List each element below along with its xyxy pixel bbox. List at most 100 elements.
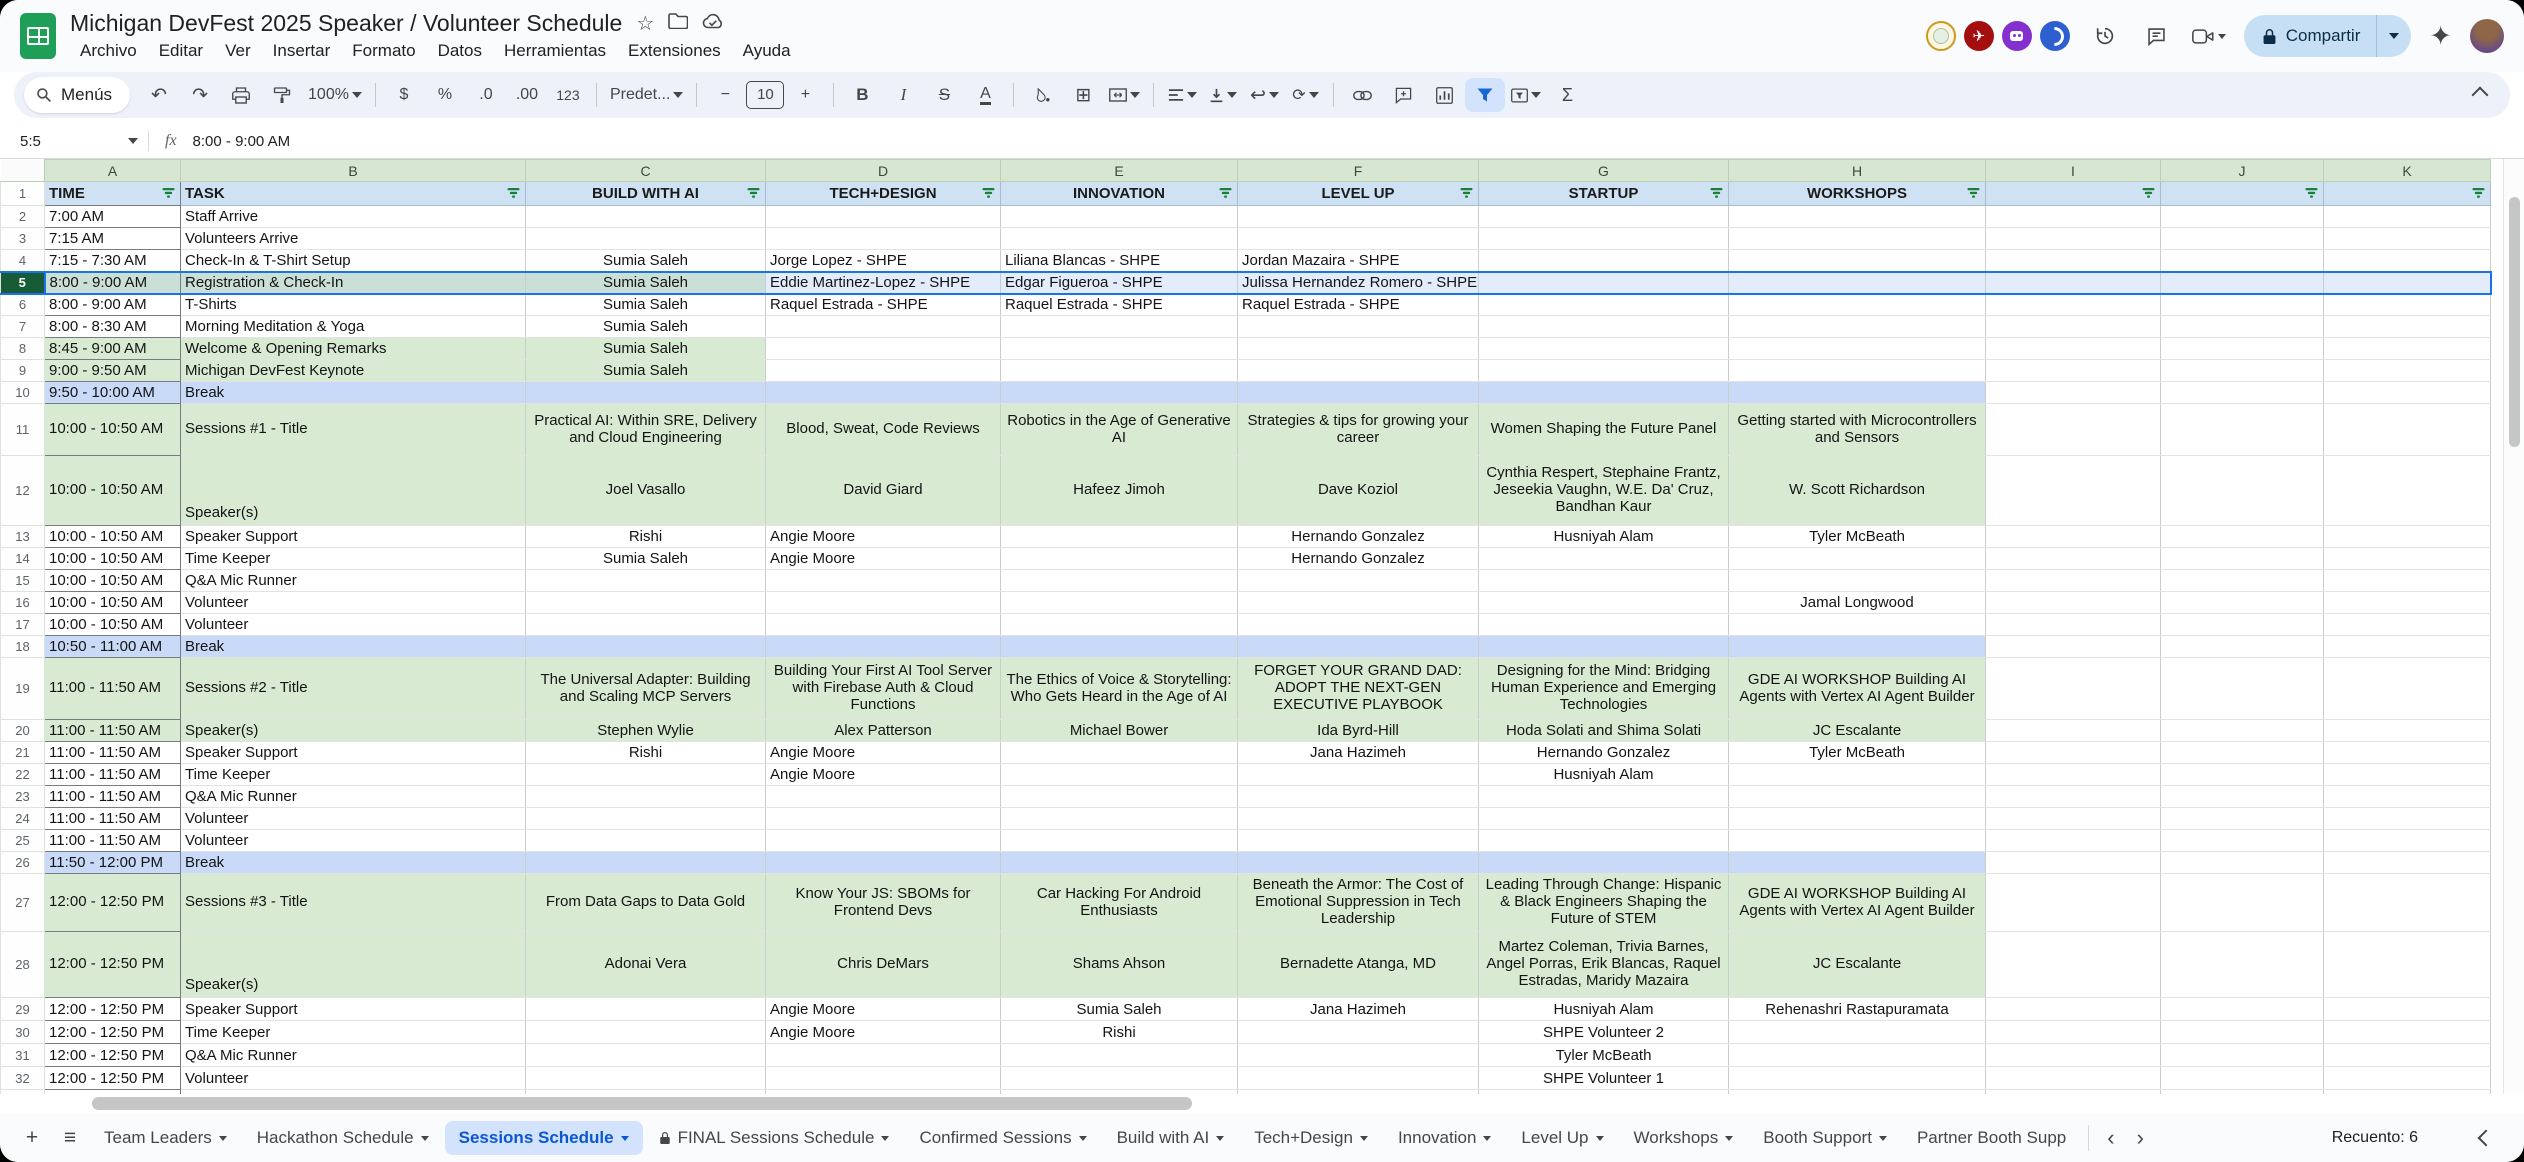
cell-E10[interactable] (1001, 382, 1238, 404)
cell-F15[interactable] (1238, 570, 1479, 592)
sheet-tab-menu-caret[interactable] (1725, 1136, 1733, 1141)
share-options-caret[interactable] (2376, 15, 2411, 57)
cell-J5[interactable] (2161, 272, 2324, 294)
cell-I4[interactable] (1986, 250, 2161, 272)
tabs-scroll-left-button[interactable]: ‹ (2097, 1125, 2124, 1151)
cell-C30[interactable] (526, 1021, 766, 1044)
cell-G21[interactable]: Hernando Gonzalez (1479, 742, 1729, 764)
cell-D14[interactable]: Angie Moore (766, 548, 1001, 570)
cell-K10[interactable] (2324, 382, 2491, 404)
name-box-caret-icon[interactable] (128, 138, 138, 144)
cell-I2[interactable] (1986, 206, 2161, 228)
cell-H16[interactable]: Jamal Longwood (1729, 592, 1986, 614)
row-header-13[interactable]: 13 (1, 526, 45, 548)
cell-A13[interactable]: 10:00 - 10:50 AM (45, 526, 181, 548)
cell-A22[interactable]: 11:00 - 11:50 AM (45, 764, 181, 786)
filter-icon[interactable] (1219, 185, 1232, 202)
cell-G28[interactable]: Martez Coleman, Trivia Barnes, Angel Por… (1479, 932, 1729, 998)
row-header-11[interactable]: 11 (1, 404, 45, 456)
undo-button[interactable]: ↶ (139, 78, 179, 112)
cell-H7[interactable] (1729, 316, 1986, 338)
cell-H26[interactable] (1729, 852, 1986, 874)
column-header-I[interactable]: I (1986, 160, 2161, 182)
cell-C10[interactable] (526, 382, 766, 404)
cell-E19[interactable]: The Ethics of Voice & Storytelling: Who … (1001, 658, 1238, 720)
sheet-tab-menu-caret[interactable] (1879, 1136, 1887, 1141)
more-formats-button[interactable]: 123 (548, 78, 588, 112)
cell-D11[interactable]: Blood, Sweat, Code Reviews (766, 404, 1001, 456)
cell-I19[interactable] (1986, 658, 2161, 720)
text-wrap-button[interactable]: ↩ (1244, 78, 1284, 112)
cell-I23[interactable] (1986, 786, 2161, 808)
cell-I5[interactable] (1986, 272, 2161, 294)
cell-H17[interactable] (1729, 614, 1986, 636)
cell-K32[interactable] (2324, 1067, 2491, 1090)
cell-H23[interactable] (1729, 786, 1986, 808)
sheet-tab-build-with-ai[interactable]: Build with AI (1103, 1121, 1239, 1155)
cell-B5[interactable]: Registration & Check-In (181, 272, 526, 294)
cell-G10[interactable] (1479, 382, 1729, 404)
cell-D25[interactable] (766, 830, 1001, 852)
cell-E2[interactable] (1001, 206, 1238, 228)
cell-G31[interactable]: Tyler McBeath (1479, 1044, 1729, 1067)
cell-J7[interactable] (2161, 316, 2324, 338)
cell-H19[interactable]: GDE AI WORKSHOP Building AI Agents with … (1729, 658, 1986, 720)
cell-J12[interactable] (2161, 456, 2324, 526)
menu-editar[interactable]: Editar (149, 40, 213, 62)
cell-C15[interactable] (526, 570, 766, 592)
row-header-28[interactable]: 28 (1, 932, 45, 998)
cell-J25[interactable] (2161, 830, 2324, 852)
cell-D9[interactable] (766, 360, 1001, 382)
filter-header-J[interactable] (2161, 182, 2324, 206)
cell-A8[interactable]: 8:45 - 9:00 AM (45, 338, 181, 360)
cell-D12[interactable]: David Giard (766, 456, 1001, 526)
cell-D13[interactable]: Angie Moore (766, 526, 1001, 548)
cell-F19[interactable]: FORGET YOUR GRAND DAD: ADOPT THE NEXT-GE… (1238, 658, 1479, 720)
horizontal-align-button[interactable] (1162, 78, 1202, 112)
cell-B28[interactable]: Speaker(s) (181, 932, 526, 998)
cell-J4[interactable] (2161, 250, 2324, 272)
cell-C14[interactable]: Sumia Saleh (526, 548, 766, 570)
cell-J6[interactable] (2161, 294, 2324, 316)
cell-A20[interactable]: 11:00 - 11:50 AM (45, 720, 181, 742)
sheet-tab-team-leaders[interactable]: Team Leaders (90, 1121, 241, 1155)
filter-header-I[interactable] (1986, 182, 2161, 206)
collaborator-avatar-2[interactable]: ✈ (1964, 21, 1994, 51)
cell-A14[interactable]: 10:00 - 10:50 AM (45, 548, 181, 570)
row-header-26[interactable]: 26 (1, 852, 45, 874)
cell-G6[interactable] (1479, 294, 1729, 316)
cell-D28[interactable]: Chris DeMars (766, 932, 1001, 998)
column-header-G[interactable]: G (1479, 160, 1729, 182)
expand-panel-icon[interactable] (2478, 1130, 2495, 1147)
filter-header-K[interactable] (2324, 182, 2491, 206)
cell-B23[interactable]: Q&A Mic Runner (181, 786, 526, 808)
cell-G11[interactable]: Women Shaping the Future Panel (1479, 404, 1729, 456)
cell-B4[interactable]: Check-In & T-Shirt Setup (181, 250, 526, 272)
cell-B10[interactable]: Break (181, 382, 526, 404)
cell-C23[interactable] (526, 786, 766, 808)
zoom-select[interactable]: 100% (303, 78, 367, 112)
filter-header-innovation[interactable]: INNOVATION (1001, 182, 1238, 206)
cell-C6[interactable]: Sumia Saleh (526, 294, 766, 316)
strikethrough-button[interactable]: S (924, 78, 964, 112)
cell-C21[interactable]: Rishi (526, 742, 766, 764)
cell-J2[interactable] (2161, 206, 2324, 228)
cell-F10[interactable] (1238, 382, 1479, 404)
cell-K18[interactable] (2324, 636, 2491, 658)
fill-color-button[interactable] (1022, 78, 1062, 112)
count-indicator[interactable]: Recuento: 6 (2332, 1129, 2478, 1147)
cell-B25[interactable]: Volunteer (181, 830, 526, 852)
cell-C2[interactable] (526, 206, 766, 228)
cell-I30[interactable] (1986, 1021, 2161, 1044)
filter-header-workshops[interactable]: WORKSHOPS (1729, 182, 1986, 206)
sheet-tab-menu-caret[interactable] (1360, 1136, 1368, 1141)
cell-D24[interactable] (766, 808, 1001, 830)
cell-C17[interactable] (526, 614, 766, 636)
cell-F23[interactable] (1238, 786, 1479, 808)
row-header-23[interactable]: 23 (1, 786, 45, 808)
cell-D5[interactable]: Eddie Martinez-Lopez - SHPE (766, 272, 1001, 294)
cell-G8[interactable] (1479, 338, 1729, 360)
cell-B26[interactable]: Break (181, 852, 526, 874)
filter-icon[interactable] (747, 185, 760, 202)
cell-H30[interactable] (1729, 1021, 1986, 1044)
